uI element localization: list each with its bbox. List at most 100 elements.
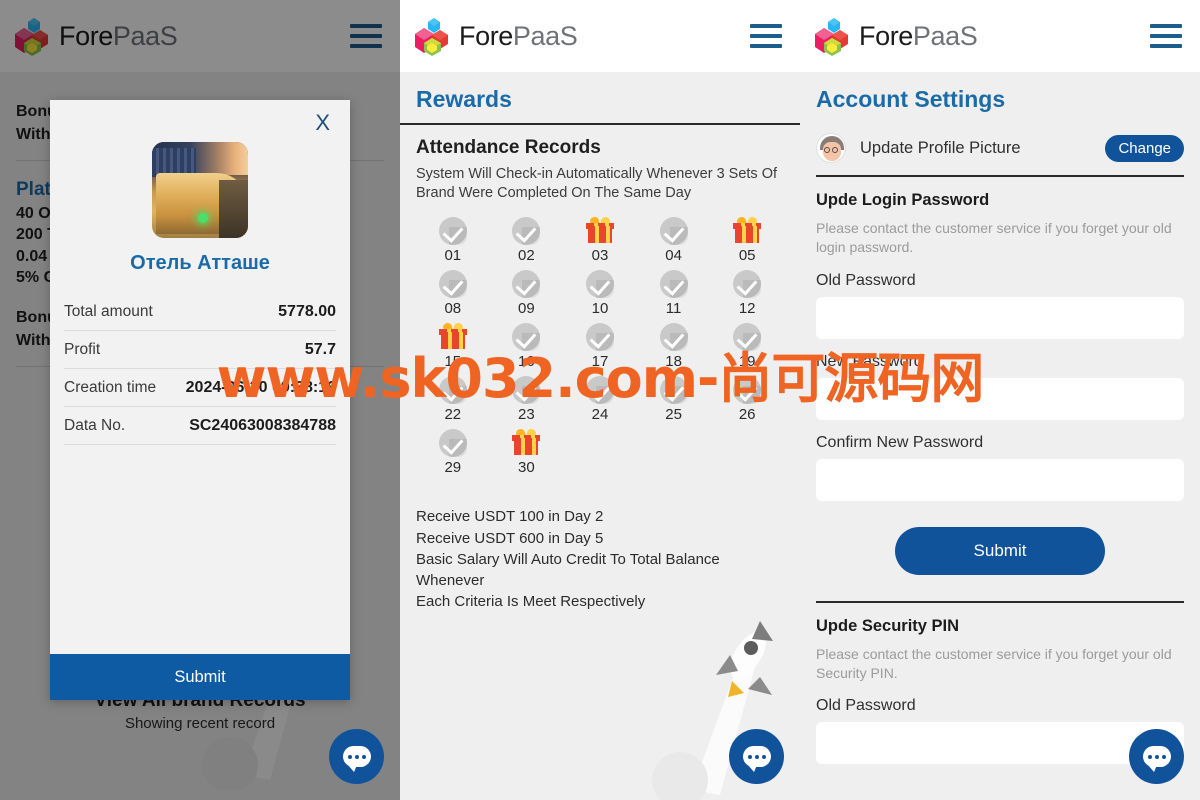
old-password-input[interactable]: [816, 296, 1184, 339]
profile-divider: [816, 175, 1184, 177]
attendance-day[interactable]: 18: [637, 323, 711, 370]
attendance-day-number: 17: [591, 353, 609, 371]
detail-value-2: 2024-06-30 09:38:16: [185, 379, 336, 396]
attendance-day-number: 30: [518, 459, 535, 477]
new-password-input[interactable]: [816, 377, 1184, 420]
attendance-day[interactable]: 22: [416, 376, 490, 423]
check-circle-icon: [733, 376, 762, 405]
attendance-day-number: 29: [444, 459, 462, 477]
chat-bubble-icon-middle[interactable]: [729, 729, 784, 784]
attendance-day[interactable]: 24: [563, 376, 637, 423]
attendance-day[interactable]: 29: [416, 429, 490, 476]
attendance-day[interactable]: 19: [710, 323, 784, 370]
attendance-day-number: 04: [665, 247, 682, 265]
profile-picture-row: Update Profile Picture Change: [816, 123, 1184, 175]
chat-bubble-icon-left[interactable]: [329, 729, 384, 784]
check-circle-icon: [438, 217, 467, 246]
rule-1: Receive USDT 600 in Day 5: [416, 529, 604, 547]
change-picture-button[interactable]: Change: [1105, 134, 1184, 162]
brand-name-middle: ForePaaS: [459, 20, 578, 51]
app-header-middle: ForePaaS: [400, 0, 800, 72]
attendance-day[interactable]: 02: [490, 217, 564, 264]
attendance-day[interactable]: 03: [563, 216, 637, 264]
attendance-day[interactable]: 16: [490, 323, 564, 370]
close-icon[interactable]: X: [295, 100, 350, 138]
attendance-day-number: 16: [518, 353, 535, 371]
rules-list: Receive USDT 100 in Day 2 Receive USDT 6…: [416, 506, 784, 612]
chat-icon-glyph: [1142, 746, 1171, 772]
pin-old-password-label: Old Password: [816, 697, 916, 715]
attendance-day[interactable]: 23: [490, 376, 564, 423]
gift-box-icon: [512, 428, 541, 457]
login-password-hint: Please contact the customer service if y…: [816, 220, 1172, 256]
confirm-password-label: Confirm New Password: [816, 433, 984, 451]
detail-value-0: 5778.00: [278, 303, 336, 320]
security-pin-heading: Upde Security PIN: [816, 616, 960, 635]
modal-submit-button[interactable]: Submit: [50, 654, 350, 700]
rule-2: Basic Salary Will Auto Credit To Total B…: [416, 550, 720, 590]
attendance-day-number: 23: [518, 406, 535, 424]
brand-logo-right[interactable]: ForePaaS: [814, 16, 978, 56]
check-circle-icon: [438, 270, 467, 299]
attendance-day[interactable]: 17: [563, 323, 637, 370]
attendance-day[interactable]: 08: [416, 270, 490, 317]
account-settings-page: Account Settings Update Profile Picture …: [800, 72, 1200, 765]
chat-icon-glyph: [342, 746, 371, 772]
profile-label: Update Profile Picture: [860, 138, 1021, 157]
chat-icon-glyph: [742, 746, 771, 772]
modal-title: Отель Атташе: [130, 252, 270, 274]
check-circle-icon: [659, 376, 688, 405]
confirm-password-input[interactable]: [816, 458, 1184, 501]
check-circle-icon: [512, 217, 541, 246]
attendance-day[interactable]: 09: [490, 270, 564, 317]
security-pin-hint: Please contact the customer service if y…: [816, 645, 1172, 681]
attendance-day-number: 10: [591, 300, 609, 318]
chat-bubble-icon-right[interactable]: [1129, 729, 1184, 784]
left-panel: ForePaaS Bonus Rewards Eligible Withdraw…: [0, 0, 400, 800]
brand-logo-middle[interactable]: ForePaaS: [414, 16, 578, 56]
new-password-label: New Password: [816, 352, 923, 370]
hamburger-menu-icon-middle[interactable]: [750, 24, 782, 48]
check-circle-icon: [512, 323, 541, 352]
login-submit-button[interactable]: Submit: [895, 526, 1105, 575]
attendance-day-number: 01: [444, 247, 462, 265]
attendance-day[interactable]: 12: [710, 270, 784, 317]
detail-row-0: Total amount 5778.00: [64, 293, 336, 331]
avatar: [816, 133, 846, 163]
attendance-day-number: 02: [518, 247, 535, 265]
attendance-day-number: 11: [665, 300, 682, 318]
screen: ForePaaS Bonus Rewards Eligible Withdraw…: [0, 0, 1200, 800]
check-circle-icon: [438, 429, 467, 458]
check-circle-icon: [733, 270, 762, 299]
login-password-heading: Upde Login Password: [816, 191, 990, 209]
hamburger-menu-icon-right[interactable]: [1150, 24, 1182, 48]
middle-panel: ForePaaS Rewards Attendance Records Syst…: [400, 0, 800, 800]
attendance-day[interactable]: 01: [416, 217, 490, 264]
detail-key-1: Profit: [64, 341, 101, 358]
check-circle-icon: [512, 376, 541, 405]
page-title: Account Settings: [816, 86, 1006, 112]
section-note: System Will Check-in Automatically Whene…: [416, 166, 778, 202]
attendance-day[interactable]: 25: [637, 376, 711, 423]
detail-row-3: Data No. SC24063008384788: [64, 407, 336, 445]
attendance-day[interactable]: 26: [710, 376, 784, 423]
attendance-day[interactable]: 05: [710, 216, 784, 264]
attendance-grid: 01 02 03 04 05 08 09 10 11 12 15 16 17 18 19 22 23 24 25 26…: [416, 216, 784, 477]
detail-value-3: SC24063008384788: [189, 417, 336, 434]
forepaas-logo-icon: [814, 16, 852, 56]
attendance-day[interactable]: 11: [637, 270, 711, 317]
modal-detail-list: Total amount 5778.00 Profit 57.7 Creatio…: [50, 293, 350, 445]
attendance-day-number: 15: [444, 353, 462, 371]
attendance-day[interactable]: 10: [563, 270, 637, 317]
attendance-section: Attendance Records System Will Check-in …: [400, 125, 800, 613]
attendance-day[interactable]: 15: [416, 322, 490, 371]
check-circle-icon: [659, 217, 688, 246]
check-circle-icon: [659, 270, 688, 299]
attendance-day[interactable]: 04: [637, 217, 711, 264]
section-title: Attendance Records: [416, 137, 601, 158]
attendance-day-number: 12: [738, 300, 756, 318]
attendance-day-number: 09: [518, 300, 535, 318]
attendance-day[interactable]: 30: [490, 428, 564, 477]
detail-row-1: Profit 57.7: [64, 331, 336, 369]
page-title: Rewards: [416, 86, 512, 112]
